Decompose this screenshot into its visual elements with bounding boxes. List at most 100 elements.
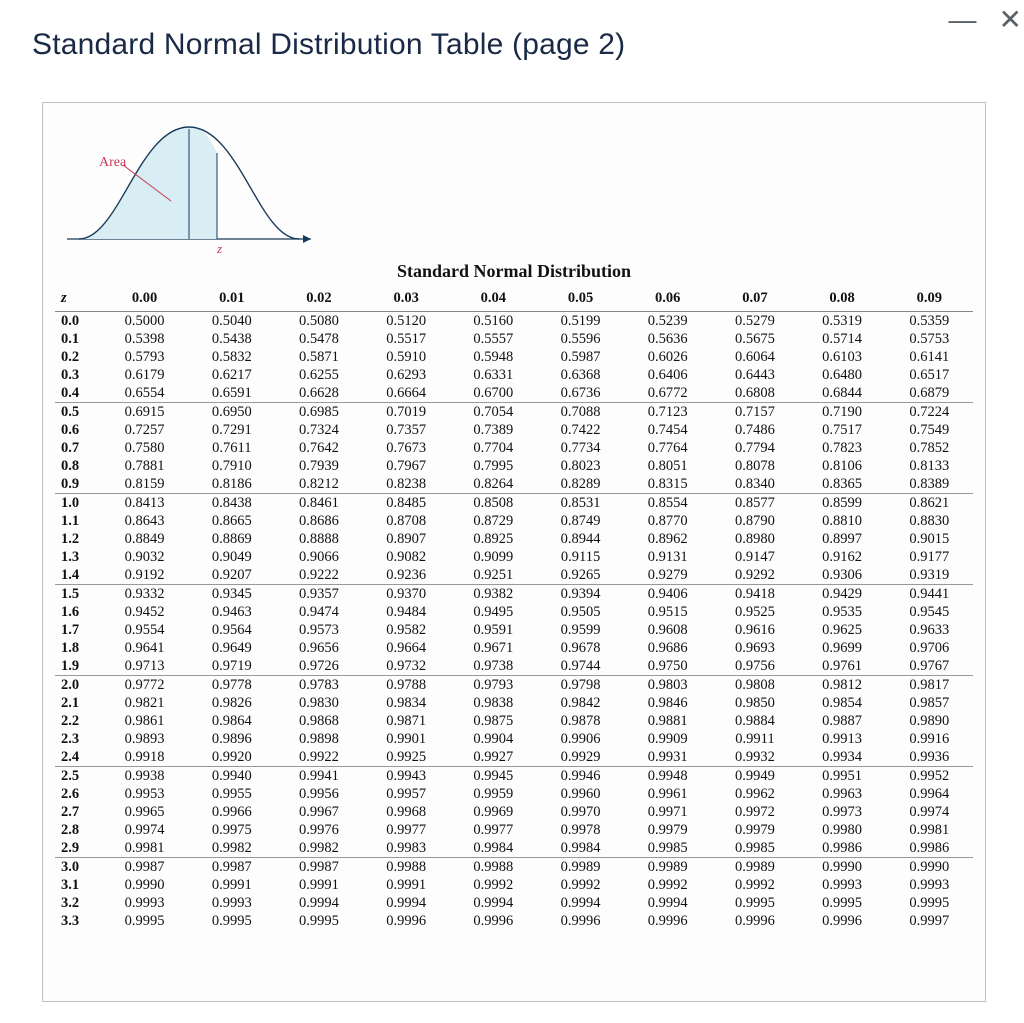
value-cell: 0.9946: [537, 767, 624, 786]
value-cell: 0.9956: [275, 785, 362, 803]
value-cell: 0.9826: [188, 694, 275, 712]
value-cell: 0.9868: [275, 712, 362, 730]
value-cell: 0.9963: [799, 785, 886, 803]
value-cell: 0.8078: [711, 457, 798, 475]
value-cell: 0.7967: [363, 457, 450, 475]
value-cell: 0.9974: [101, 821, 188, 839]
value-cell: 0.8485: [363, 494, 450, 513]
value-cell: 0.9972: [711, 803, 798, 821]
value-cell: 0.9032: [101, 548, 188, 566]
value-cell: 0.8944: [537, 530, 624, 548]
value-cell: 0.8106: [799, 457, 886, 475]
value-cell: 0.8413: [101, 494, 188, 513]
table-row: 3.30.99950.99950.99950.99960.99960.99960…: [55, 912, 973, 930]
value-cell: 0.9932: [711, 748, 798, 767]
value-cell: 0.9968: [363, 803, 450, 821]
z-cell: 1.5: [55, 585, 101, 604]
z-cell: 3.3: [55, 912, 101, 930]
row-group: 0.50.69150.69500.69850.70190.70540.70880…: [55, 403, 973, 494]
value-cell: 0.9898: [275, 730, 362, 748]
value-cell: 0.9997: [886, 912, 973, 930]
value-cell: 0.9515: [624, 603, 711, 621]
value-cell: 0.7157: [711, 403, 798, 422]
value-cell: 0.9382: [450, 585, 537, 604]
value-cell: 0.5636: [624, 330, 711, 348]
value-cell: 0.9783: [275, 676, 362, 695]
value-cell: 0.9699: [799, 639, 886, 657]
value-cell: 0.9988: [450, 858, 537, 877]
value-cell: 0.8389: [886, 475, 973, 494]
table-row: 0.30.61790.62170.62550.62930.63310.63680…: [55, 366, 973, 384]
value-cell: 0.5359: [886, 312, 973, 331]
value-cell: 0.9750: [624, 657, 711, 676]
value-cell: 0.6915: [101, 403, 188, 422]
row-group: 2.50.99380.99400.99410.99430.99450.99460…: [55, 767, 973, 858]
value-cell: 0.9854: [799, 694, 886, 712]
table-row: 0.60.72570.72910.73240.73570.73890.74220…: [55, 421, 973, 439]
value-cell: 0.9441: [886, 585, 973, 604]
value-cell: 0.9535: [799, 603, 886, 621]
value-cell: 0.6406: [624, 366, 711, 384]
value-cell: 0.9236: [363, 566, 450, 585]
z-cell: 0.7: [55, 439, 101, 457]
value-cell: 0.9995: [711, 894, 798, 912]
value-cell: 0.9986: [799, 839, 886, 858]
value-cell: 0.9495: [450, 603, 537, 621]
value-cell: 0.7764: [624, 439, 711, 457]
value-cell: 0.9625: [799, 621, 886, 639]
table-row: 1.40.91920.92070.92220.92360.92510.92650…: [55, 566, 973, 585]
value-cell: 0.7580: [101, 439, 188, 457]
value-cell: 0.9834: [363, 694, 450, 712]
value-cell: 0.9878: [537, 712, 624, 730]
value-cell: 0.5948: [450, 348, 537, 366]
col-header: 0.03: [363, 288, 450, 312]
value-cell: 0.9582: [363, 621, 450, 639]
value-cell: 0.6628: [275, 384, 362, 403]
z-cell: 1.4: [55, 566, 101, 585]
z-cell: 2.9: [55, 839, 101, 858]
row-group: 3.00.99870.99870.99870.99880.99880.99890…: [55, 858, 973, 931]
z-cell: 3.1: [55, 876, 101, 894]
value-cell: 0.7995: [450, 457, 537, 475]
value-cell: 0.7454: [624, 421, 711, 439]
value-cell: 0.9901: [363, 730, 450, 748]
value-cell: 0.8962: [624, 530, 711, 548]
value-cell: 0.9306: [799, 566, 886, 585]
z-cell: 2.0: [55, 676, 101, 695]
value-cell: 0.8643: [101, 512, 188, 530]
value-cell: 0.5398: [101, 330, 188, 348]
value-cell: 0.7673: [363, 439, 450, 457]
value-cell: 0.9936: [886, 748, 973, 767]
value-cell: 0.9767: [886, 657, 973, 676]
value-cell: 0.9984: [537, 839, 624, 858]
value-cell: 0.8869: [188, 530, 275, 548]
value-cell: 0.9943: [363, 767, 450, 786]
value-cell: 0.5596: [537, 330, 624, 348]
table-row: 1.60.94520.94630.94740.94840.94950.95050…: [55, 603, 973, 621]
value-cell: 0.9904: [450, 730, 537, 748]
value-cell: 0.5239: [624, 312, 711, 331]
close-icon[interactable]: ✕: [999, 6, 1022, 34]
value-cell: 0.9976: [275, 821, 362, 839]
col-header: 0.05: [537, 288, 624, 312]
value-cell: 0.9994: [450, 894, 537, 912]
value-cell: 0.8729: [450, 512, 537, 530]
z-cell: 1.6: [55, 603, 101, 621]
table-row: 1.80.96410.96490.96560.96640.96710.96780…: [55, 639, 973, 657]
value-cell: 0.9995: [275, 912, 362, 930]
value-cell: 0.9406: [624, 585, 711, 604]
z-cell: 1.0: [55, 494, 101, 513]
value-cell: 0.8907: [363, 530, 450, 548]
value-cell: 0.9987: [188, 858, 275, 877]
value-cell: 0.6700: [450, 384, 537, 403]
value-cell: 0.6554: [101, 384, 188, 403]
value-cell: 0.9279: [624, 566, 711, 585]
value-cell: 0.9991: [275, 876, 362, 894]
minimize-icon[interactable]: —: [949, 6, 977, 34]
value-cell: 0.7939: [275, 457, 362, 475]
value-cell: 0.6368: [537, 366, 624, 384]
value-cell: 0.6141: [886, 348, 973, 366]
value-cell: 0.9990: [101, 876, 188, 894]
value-cell: 0.9207: [188, 566, 275, 585]
value-cell: 0.9982: [188, 839, 275, 858]
